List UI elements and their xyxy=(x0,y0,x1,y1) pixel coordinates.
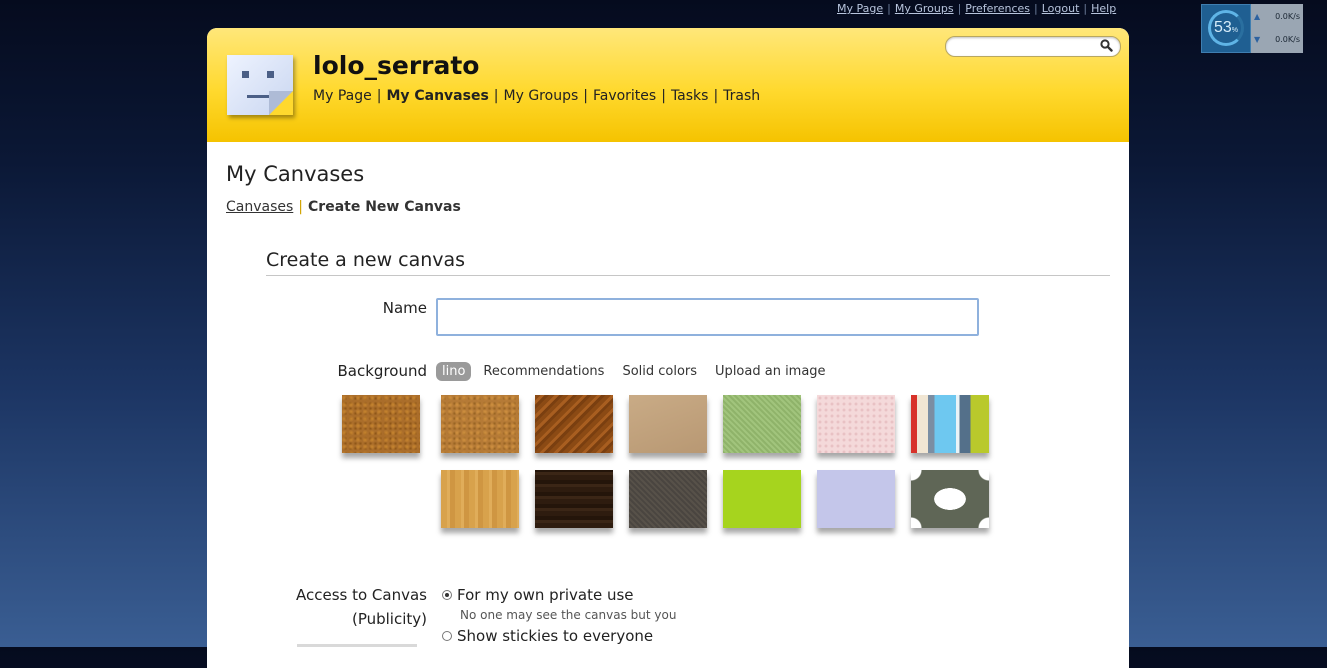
bg-swatch-color-stripes[interactable] xyxy=(911,395,989,453)
bg-swatch-green-fabric[interactable] xyxy=(723,395,801,453)
section-title: Create a new canvas xyxy=(266,249,466,271)
access-sublabel: (Publicity) xyxy=(351,610,427,628)
bg-tab-recommendations[interactable]: Recommendations xyxy=(483,364,604,379)
header: lolo_serrato My Page | My Canvases | My Grou… xyxy=(207,28,1129,142)
bg-swatch-lavender[interactable] xyxy=(817,470,895,528)
breadcrumb-current: Create New Canvas xyxy=(308,199,461,215)
background-tabs: lino Recommendations Solid colors Upload… xyxy=(436,362,844,381)
main-nav: My Page | My Canvases | My Groups | Favorites |… xyxy=(313,88,761,104)
network-gauge: 53% xyxy=(1201,4,1251,53)
canvas-name-input[interactable] xyxy=(436,298,979,336)
username: lolo_serrato xyxy=(313,51,480,80)
bg-swatch-lime[interactable] xyxy=(723,470,801,528)
access-option-private[interactable]: For my own private use xyxy=(442,586,634,604)
access-label: Access to Canvas xyxy=(295,586,427,604)
top-link-help[interactable]: Help xyxy=(1091,2,1116,15)
search-box xyxy=(945,36,1121,58)
download-arrow-icon: ▼ xyxy=(1254,35,1261,44)
top-link-my-groups[interactable]: My Groups xyxy=(895,2,954,15)
bg-swatch-cork-light[interactable] xyxy=(441,395,519,453)
private-option-label: For my own private use xyxy=(457,586,634,604)
bg-tab-upload-image[interactable]: Upload an image xyxy=(715,364,826,379)
section-divider xyxy=(266,275,1110,276)
nav-tasks[interactable]: Tasks xyxy=(671,88,709,104)
upload-rate: 0.0K/s xyxy=(1275,12,1300,21)
bg-swatch-kraft-paper[interactable] xyxy=(629,395,707,453)
nav-favorites[interactable]: Favorites xyxy=(593,88,656,104)
bg-tab-lino[interactable]: lino xyxy=(436,362,472,381)
download-rate: 0.0K/s xyxy=(1275,35,1300,44)
breadcrumb-canvases-link[interactable]: Canvases xyxy=(226,199,293,215)
access-option-public[interactable]: Show stickies to everyone xyxy=(442,627,653,645)
bg-swatch-pink-pattern[interactable] xyxy=(817,395,895,453)
main-panel: lolo_serrato My Page | My Canvases | My Grou… xyxy=(207,28,1129,668)
top-links: My Page | My Groups | Preferences | Logout | Hel… xyxy=(837,2,1117,15)
network-meter-widget: 53% ▲ 0.0K/s ▼ 0.0K/s xyxy=(1201,4,1303,53)
nav-my-canvases[interactable]: My Canvases xyxy=(386,88,488,104)
bg-swatch-light-wood[interactable] xyxy=(441,470,519,528)
top-link-my-page[interactable]: My Page xyxy=(837,2,883,15)
search-icon[interactable] xyxy=(1100,39,1113,52)
name-label: Name xyxy=(382,299,427,317)
bg-swatch-wood-stripes[interactable] xyxy=(535,395,613,453)
network-rates: ▲ 0.0K/s ▼ 0.0K/s xyxy=(1251,4,1303,53)
avatar[interactable] xyxy=(227,55,293,115)
public-option-label: Show stickies to everyone xyxy=(457,627,654,645)
bg-swatch-cork-dark[interactable] xyxy=(342,395,420,453)
search-input[interactable] xyxy=(954,39,1104,58)
upload-arrow-icon: ▲ xyxy=(1254,12,1261,21)
private-radio[interactable] xyxy=(442,590,452,600)
nav-trash[interactable]: Trash xyxy=(723,88,760,104)
bg-swatch-ring-pattern[interactable] xyxy=(911,470,989,528)
nav-my-page[interactable]: My Page xyxy=(313,88,372,104)
private-option-note: No one may see the canvas but you xyxy=(460,608,677,622)
nav-my-groups[interactable]: My Groups xyxy=(504,88,579,104)
top-link-logout[interactable]: Logout xyxy=(1042,2,1080,15)
public-radio[interactable] xyxy=(442,631,452,641)
gauge-percent-unit: % xyxy=(1231,27,1239,34)
top-link-preferences[interactable]: Preferences xyxy=(965,2,1030,15)
bg-swatch-dark-wood[interactable] xyxy=(535,470,613,528)
bg-tab-solid-colors[interactable]: Solid colors xyxy=(622,364,697,379)
background-label: Background xyxy=(337,362,428,380)
breadcrumb: Canvases | Create New Canvas xyxy=(226,199,461,215)
gauge-percent: 53 xyxy=(1213,19,1232,36)
page-title: My Canvases xyxy=(226,162,365,186)
bg-swatch-dark-fabric[interactable] xyxy=(629,470,707,528)
